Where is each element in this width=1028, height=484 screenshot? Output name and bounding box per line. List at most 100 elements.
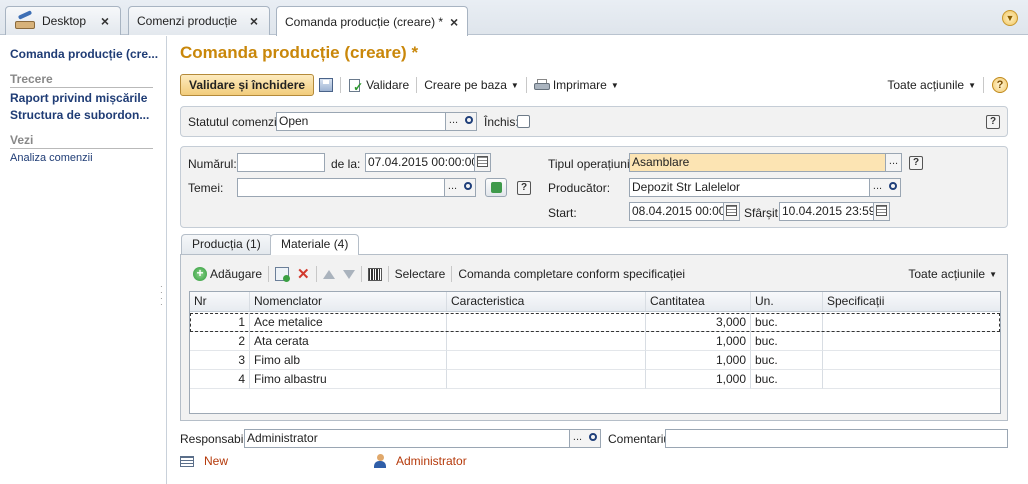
move-up-button[interactable]: [319, 269, 339, 279]
select-button[interactable]: ...: [446, 112, 462, 131]
cell-nr[interactable]: 2: [190, 332, 250, 351]
barcode-button[interactable]: [364, 267, 386, 281]
cell-specification[interactable]: [823, 351, 1000, 370]
table-row[interactable]: 3 Fimo alb 1,000 buc.: [190, 351, 1000, 370]
help-icon[interactable]: ?: [986, 115, 1000, 129]
validate-button[interactable]: ✓ Validare: [343, 78, 414, 93]
number-field[interactable]: [237, 153, 325, 172]
responsible-field[interactable]: Administrator: [244, 429, 570, 448]
dropdown-arrow-icon: ▼: [610, 80, 619, 90]
nav-link-subordination-structure[interactable]: Structura de subordon...: [10, 108, 160, 122]
calendar-icon[interactable]: [724, 202, 740, 221]
search-icon[interactable]: [885, 178, 901, 197]
cell-item[interactable]: Fimo alb: [250, 351, 447, 370]
comment-field[interactable]: [665, 429, 1008, 448]
nav-link-movements-report[interactable]: Raport privind mișcările: [10, 91, 160, 105]
separator: [525, 77, 527, 93]
save-button[interactable]: [314, 78, 338, 92]
fill-from-basis-button[interactable]: [485, 178, 507, 197]
nav-current-form[interactable]: Comanda producție (cre...: [10, 47, 160, 61]
cell-quantity[interactable]: 3,000: [646, 313, 751, 332]
cell-nr[interactable]: 3: [190, 351, 250, 370]
help-icon[interactable]: ?: [517, 181, 531, 195]
cell-quantity[interactable]: 1,000: [646, 332, 751, 351]
tab-production[interactable]: Producția (1): [181, 234, 272, 254]
table-row[interactable]: 1 Ace metalice 3,000 buc.: [190, 313, 1000, 332]
separator: [416, 77, 418, 93]
cell-unit[interactable]: buc.: [751, 370, 823, 389]
nav-section-trecere: Trecere: [10, 72, 153, 88]
table-row[interactable]: 4 Fimo albastru 1,000 buc.: [190, 370, 1000, 389]
calendar-icon[interactable]: [475, 153, 491, 172]
form-area: Comanda producție (creare) * Validare și…: [168, 36, 1028, 484]
cell-unit[interactable]: buc.: [751, 351, 823, 370]
order-status-field[interactable]: Open: [276, 112, 446, 131]
cell-specification[interactable]: [823, 370, 1000, 389]
nav-link-order-analysis[interactable]: Analiza comenzii: [10, 152, 160, 164]
close-icon[interactable]: ×: [98, 13, 112, 29]
create-based-button[interactable]: Creare pe baza ▼: [419, 78, 524, 92]
tab-desktop[interactable]: Desktop ×: [5, 6, 121, 35]
table-row[interactable]: 2 Ata cerata 1,000 buc.: [190, 332, 1000, 351]
basis-field[interactable]: [237, 178, 445, 197]
cell-item[interactable]: Fimo albastru: [250, 370, 447, 389]
producer-field[interactable]: Depozit Str Lalelelor: [629, 178, 870, 197]
fill-by-spec-button[interactable]: Comanda completare conform specificației: [454, 267, 689, 281]
separator: [983, 77, 984, 93]
start-date-field[interactable]: 08.04.2015 00:00:0: [629, 202, 724, 221]
delete-row-button[interactable]: ✕: [293, 265, 314, 283]
help-icon[interactable]: ?: [909, 156, 923, 170]
select-button[interactable]: ...: [445, 178, 461, 197]
select-button[interactable]: ...: [870, 178, 886, 197]
column-header-nr[interactable]: Nr: [190, 292, 250, 311]
search-icon[interactable]: [461, 112, 477, 131]
add-row-button[interactable]: + Adăugare: [189, 267, 266, 281]
calendar-icon[interactable]: [874, 202, 890, 221]
cell-characteristic[interactable]: [447, 370, 646, 389]
cell-characteristic[interactable]: [447, 351, 646, 370]
cell-specification[interactable]: [823, 332, 1000, 351]
column-header-characteristic[interactable]: Caracteristica: [447, 292, 646, 311]
close-icon[interactable]: ×: [449, 14, 459, 30]
cell-item[interactable]: Ata cerata: [250, 332, 447, 351]
select-button[interactable]: ...: [570, 429, 586, 448]
chevron-down-icon[interactable]: ▼: [1002, 10, 1018, 26]
materials-all-actions-button[interactable]: Toate acțiunile ▼: [904, 267, 1001, 281]
cell-item[interactable]: Ace metalice: [250, 313, 447, 332]
end-date-field[interactable]: 10.04.2015 23:59:5: [779, 202, 874, 221]
operation-type-field[interactable]: Asamblare: [629, 153, 886, 172]
date-field[interactable]: 07.04.2015 00:00:00: [365, 153, 475, 172]
column-header-unit[interactable]: Un.: [751, 292, 823, 311]
copy-row-button[interactable]: [271, 267, 293, 282]
cell-quantity[interactable]: 1,000: [646, 370, 751, 389]
cell-nr[interactable]: 1: [190, 313, 250, 332]
panel-splitter[interactable]: · · · ·: [160, 283, 164, 309]
tab-production-orders[interactable]: Comenzi producție ×: [128, 6, 270, 35]
search-icon[interactable]: [460, 178, 476, 197]
cell-specification[interactable]: [823, 313, 1000, 332]
closed-checkbox[interactable]: [517, 115, 530, 128]
select-items-button[interactable]: Selectare: [391, 267, 450, 281]
validate-label: Validare: [366, 78, 410, 92]
all-actions-button[interactable]: Toate acțiunile ▼: [882, 78, 981, 92]
select-button[interactable]: ...: [886, 153, 902, 172]
print-button[interactable]: Imprimare ▼: [529, 78, 624, 92]
materials-table[interactable]: Nr Nomenclator Caracteristica Cantitatea…: [189, 291, 1001, 414]
column-header-item[interactable]: Nomenclator: [250, 292, 447, 311]
help-icon[interactable]: ?: [992, 77, 1008, 93]
cell-unit[interactable]: buc.: [751, 313, 823, 332]
move-down-button[interactable]: [339, 269, 359, 279]
tab-materials[interactable]: Materiale (4): [270, 234, 360, 255]
cell-characteristic[interactable]: [447, 313, 646, 332]
search-icon[interactable]: [585, 429, 601, 448]
cell-unit[interactable]: buc.: [751, 332, 823, 351]
cell-quantity[interactable]: 1,000: [646, 351, 751, 370]
tab-production-order-create[interactable]: Comanda producție (creare) * ×: [276, 6, 468, 36]
cell-characteristic[interactable]: [447, 332, 646, 351]
print-label: Imprimare: [552, 78, 607, 92]
validate-close-button[interactable]: Validare și închidere: [180, 74, 315, 96]
column-header-quantity[interactable]: Cantitatea: [646, 292, 751, 311]
close-icon[interactable]: ×: [247, 13, 261, 29]
cell-nr[interactable]: 4: [190, 370, 250, 389]
column-header-specification[interactable]: Specificații: [823, 292, 1000, 311]
